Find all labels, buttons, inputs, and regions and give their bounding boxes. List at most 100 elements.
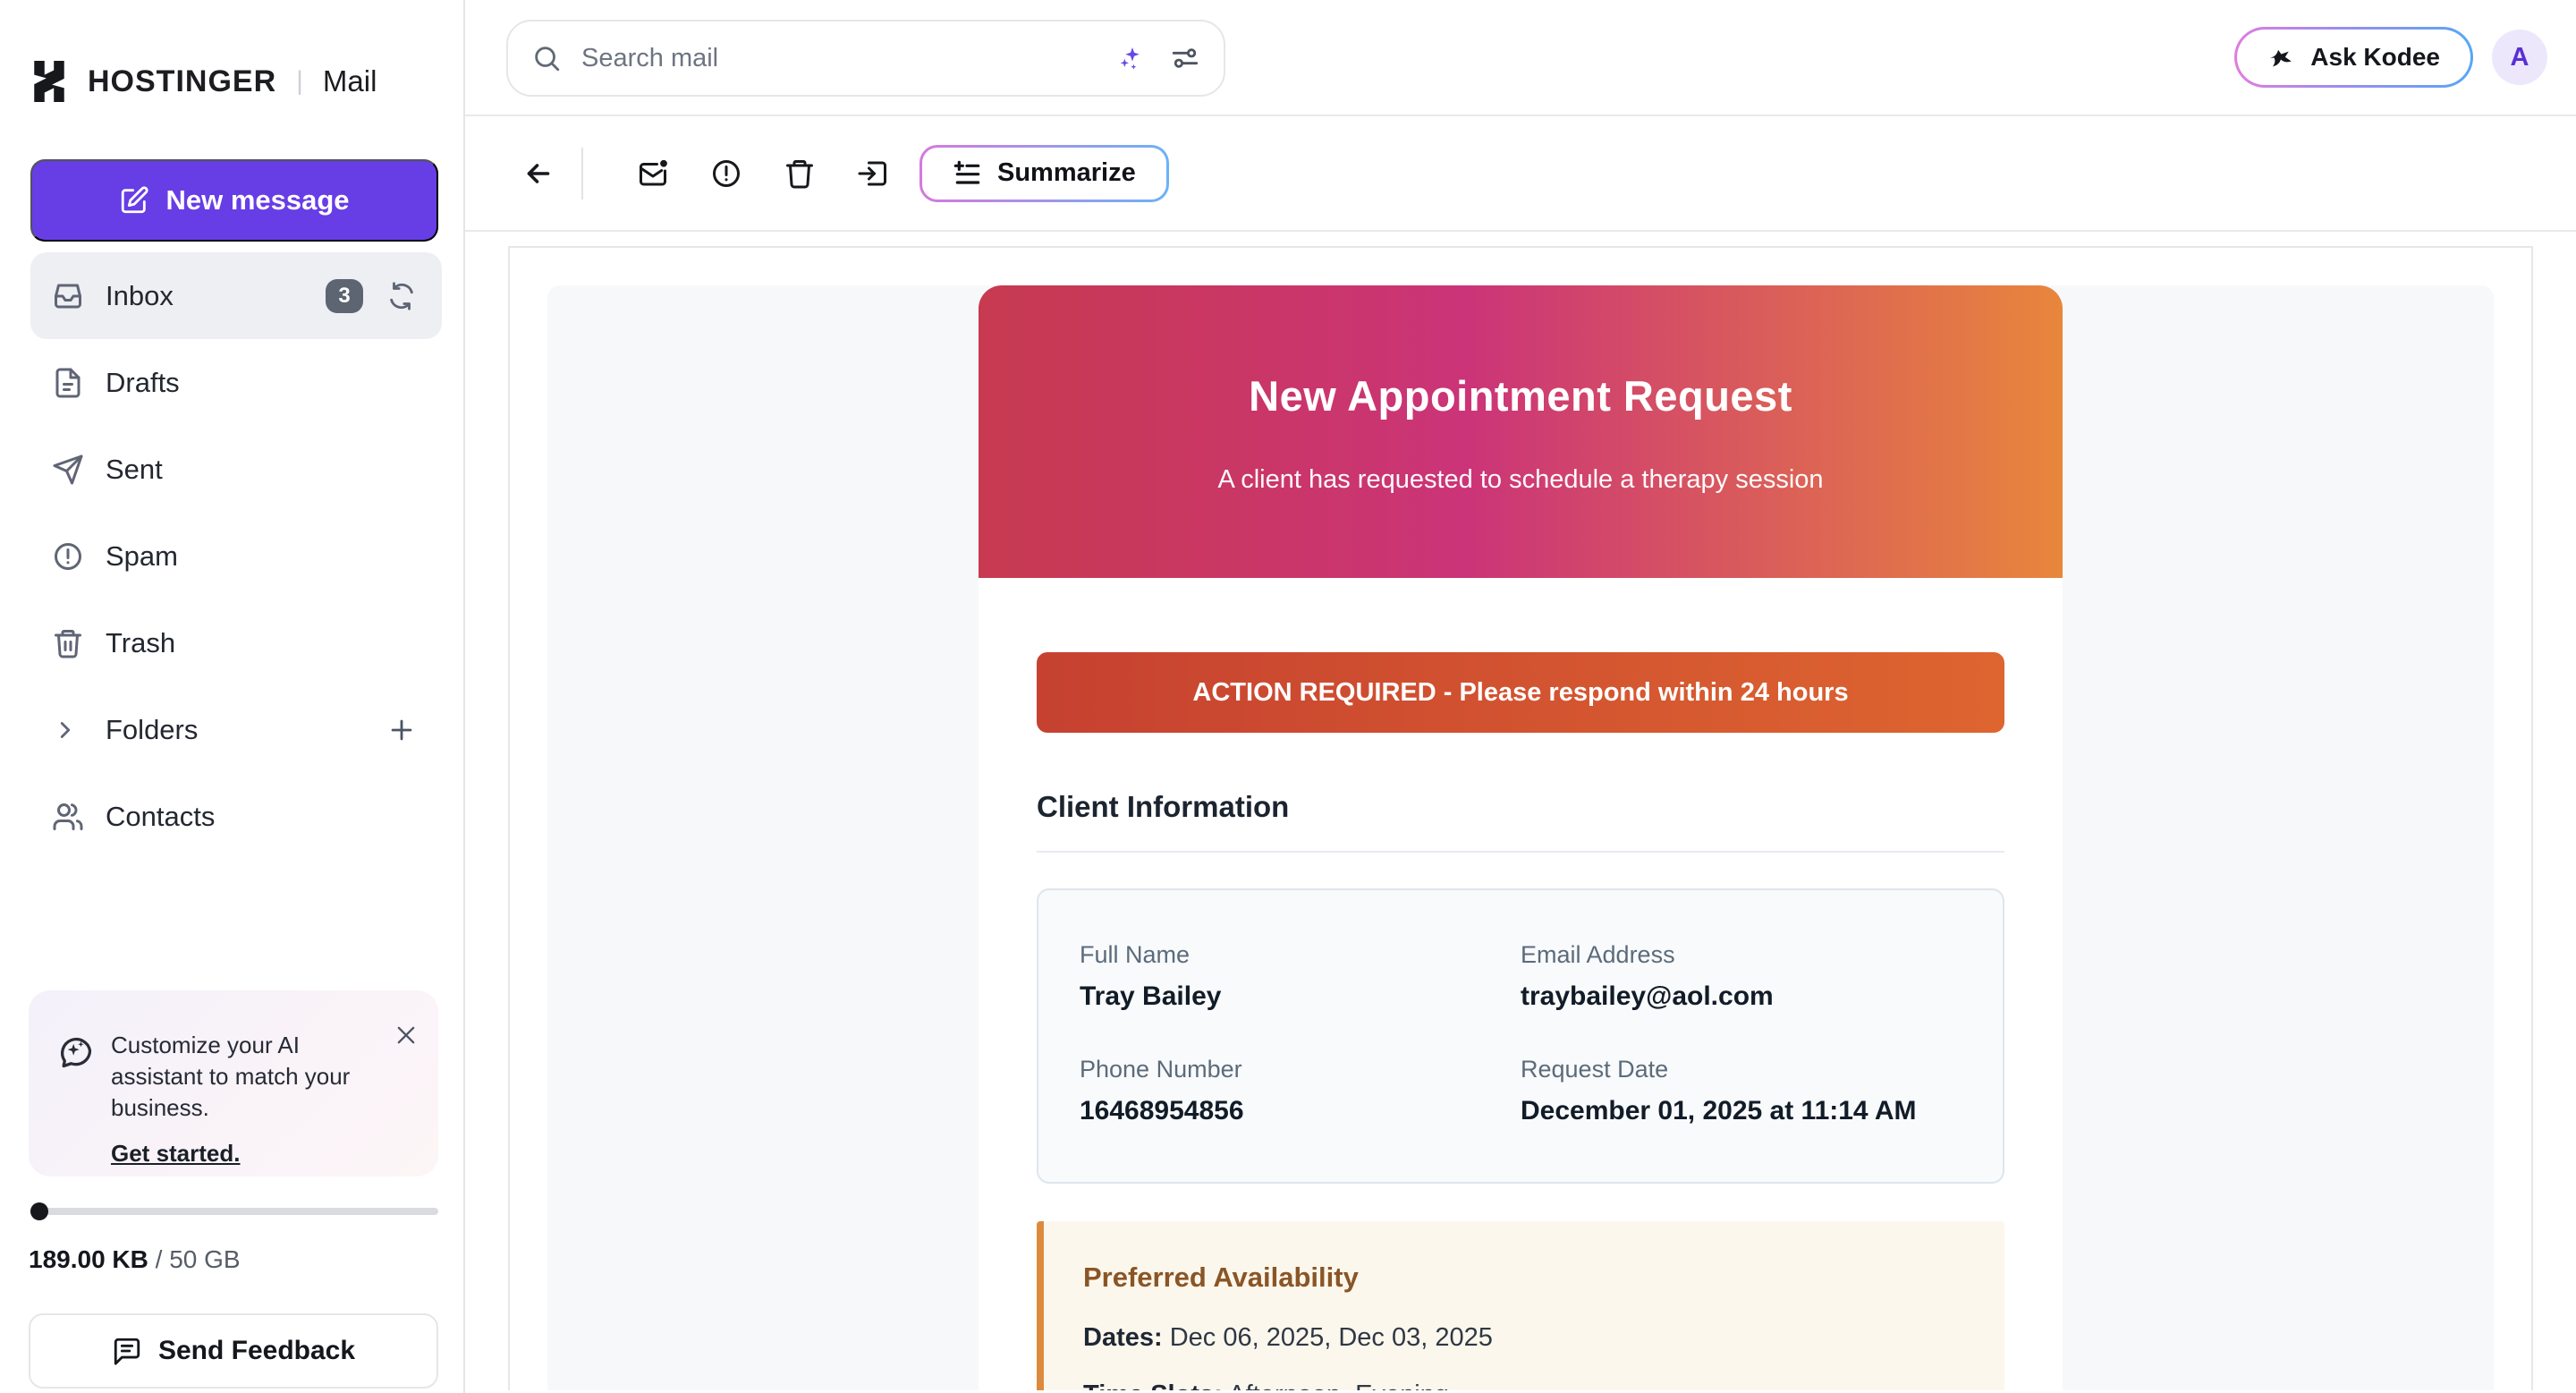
client-information-heading: Client Information bbox=[1037, 790, 2004, 853]
field-value: 16468954856 bbox=[1080, 1094, 1521, 1128]
toolbar-divider bbox=[581, 148, 583, 200]
ai-promo-card: Customize your AI assistant to match you… bbox=[29, 990, 438, 1176]
summarize-label: Summarize bbox=[997, 158, 1136, 188]
email-background-panel: New Appointment Request A client has req… bbox=[547, 285, 2494, 1390]
new-message-label: New message bbox=[165, 184, 349, 217]
sidebar-item-label: Folders bbox=[106, 714, 198, 746]
report-icon bbox=[710, 157, 742, 190]
top-header: Ask Kodee A bbox=[465, 0, 2576, 116]
availability-dates-row: Dates: Dec 06, 2025, Dec 03, 2025 bbox=[1083, 1321, 1962, 1354]
sidebar-item-inbox[interactable]: Inbox 3 bbox=[30, 252, 442, 339]
email-viewer: New Appointment Request A client has req… bbox=[508, 246, 2533, 1390]
mark-unread-icon bbox=[637, 157, 669, 190]
refresh-icon[interactable] bbox=[386, 281, 417, 311]
back-button[interactable] bbox=[515, 150, 562, 197]
summarize-button[interactable]: Summarize bbox=[919, 145, 1169, 202]
delete-icon bbox=[784, 157, 816, 190]
field-label: Full Name bbox=[1080, 940, 1521, 969]
sidebar-item-label: Inbox bbox=[106, 280, 174, 312]
availability-value: Dec 06, 2025, Dec 03, 2025 bbox=[1163, 1323, 1493, 1352]
app-window: HOSTINGER | Mail New message Inbox 3 Dra… bbox=[0, 0, 2576, 1393]
email-hero-subtitle: A client has requested to schedule a the… bbox=[979, 465, 2063, 495]
brand-product: Mail bbox=[323, 64, 377, 98]
field-label: Phone Number bbox=[1080, 1055, 1521, 1083]
chevron-right-icon bbox=[52, 717, 79, 743]
email-hero-banner: New Appointment Request A client has req… bbox=[979, 285, 2063, 578]
storage-progress-indicator bbox=[30, 1202, 48, 1220]
sidebar-item-label: Trash bbox=[106, 627, 175, 659]
availability-label: Dates: bbox=[1083, 1323, 1163, 1352]
report-spam-button[interactable] bbox=[703, 150, 750, 197]
sidebar-item-sent[interactable]: Sent bbox=[30, 426, 442, 513]
compose-icon bbox=[119, 185, 149, 216]
contacts-icon bbox=[52, 801, 84, 833]
availability-label: Time Slots: bbox=[1083, 1380, 1223, 1390]
storage-total: / 50 GB bbox=[148, 1245, 241, 1273]
spam-icon bbox=[52, 540, 84, 573]
ask-kodee-label: Ask Kodee bbox=[2310, 43, 2440, 72]
sidebar-item-label: Contacts bbox=[106, 801, 215, 833]
field-full-name: Full Name Tray Bailey bbox=[1080, 940, 1521, 1014]
field-request-date: Request Date December 01, 2025 at 11:14 … bbox=[1521, 1055, 1962, 1128]
sidebar-item-drafts[interactable]: Drafts bbox=[30, 339, 442, 426]
action-required-banner: ACTION REQUIRED - Please respond within … bbox=[1037, 652, 2004, 733]
send-feedback-label: Send Feedback bbox=[158, 1336, 355, 1366]
move-to-icon bbox=[857, 157, 889, 190]
ai-sparkles-icon[interactable] bbox=[1116, 44, 1145, 72]
search-bar[interactable] bbox=[506, 20, 1225, 97]
storage-progress-bar bbox=[32, 1208, 438, 1215]
field-label: Request Date bbox=[1521, 1055, 1962, 1083]
email-hero-title: New Appointment Request bbox=[979, 285, 2063, 420]
move-to-folder-button[interactable] bbox=[850, 150, 896, 197]
sidebar-item-label: Spam bbox=[106, 540, 178, 573]
inbox-unread-badge: 3 bbox=[326, 279, 363, 313]
brand-separator: | bbox=[296, 66, 303, 97]
close-icon[interactable] bbox=[394, 1023, 419, 1048]
search-icon bbox=[531, 43, 562, 73]
trash-icon bbox=[52, 627, 84, 659]
brand-wordmark: HOSTINGER bbox=[88, 64, 276, 99]
search-input[interactable] bbox=[581, 44, 1116, 73]
summarize-icon bbox=[953, 159, 981, 188]
sidebar-item-folders[interactable]: Folders bbox=[30, 686, 442, 773]
availability-value: Afternoon, Evening bbox=[1223, 1380, 1449, 1390]
ask-kodee-button[interactable]: Ask Kodee bbox=[2234, 27, 2473, 88]
kodee-icon bbox=[2267, 43, 2296, 72]
field-email-address: Email Address traybailey@aol.com bbox=[1521, 940, 1962, 1014]
sidebar-item-label: Drafts bbox=[106, 367, 180, 399]
mark-unread-button[interactable] bbox=[630, 150, 676, 197]
availability-timeslots-row: Time Slots: Afternoon, Evening bbox=[1083, 1379, 1962, 1390]
storage-used: 189.00 KB bbox=[29, 1245, 148, 1273]
hostinger-logo-icon bbox=[29, 61, 70, 102]
ai-get-started-link[interactable]: Get started. bbox=[111, 1140, 241, 1168]
field-label: Email Address bbox=[1521, 940, 1962, 969]
sidebar-item-trash[interactable]: Trash bbox=[30, 599, 442, 686]
ai-bubble-icon bbox=[55, 1032, 95, 1071]
storage-usage-text: 189.00 KB / 50 GB bbox=[29, 1245, 241, 1274]
new-message-button[interactable]: New message bbox=[30, 159, 438, 242]
sidebar-nav: Inbox 3 Drafts Sent Spam Trash bbox=[30, 252, 442, 860]
preferred-availability-section: Preferred Availability Dates: Dec 06, 20… bbox=[1037, 1221, 2004, 1390]
email-content-card: New Appointment Request A client has req… bbox=[979, 285, 2063, 1390]
send-feedback-button[interactable]: Send Feedback bbox=[29, 1313, 438, 1389]
feedback-icon bbox=[112, 1336, 142, 1366]
client-information-card: Full Name Tray Bailey Email Address tray… bbox=[1037, 888, 2004, 1184]
preferred-availability-heading: Preferred Availability bbox=[1083, 1261, 1962, 1295]
field-phone-number: Phone Number 16468954856 bbox=[1080, 1055, 1521, 1128]
inbox-icon bbox=[52, 280, 84, 312]
avatar[interactable]: A bbox=[2492, 30, 2547, 85]
sent-icon bbox=[52, 454, 84, 486]
delete-button[interactable] bbox=[776, 150, 823, 197]
sidebar-item-contacts[interactable]: Contacts bbox=[30, 773, 442, 860]
sidebar: HOSTINGER | Mail New message Inbox 3 Dra… bbox=[0, 0, 465, 1393]
sidebar-item-spam[interactable]: Spam bbox=[30, 513, 442, 599]
drafts-icon bbox=[52, 367, 84, 399]
field-value: traybailey@aol.com bbox=[1521, 980, 1962, 1014]
sidebar-item-label: Sent bbox=[106, 454, 163, 486]
filter-icon[interactable] bbox=[1170, 43, 1200, 73]
message-toolbar: Summarize bbox=[465, 116, 2576, 232]
add-folder-icon[interactable] bbox=[386, 715, 417, 745]
brand-logo[interactable]: HOSTINGER | Mail bbox=[29, 61, 377, 102]
ai-promo-text: Customize your AI assistant to match you… bbox=[111, 1030, 379, 1124]
main-area: Ask Kodee A bbox=[465, 0, 2576, 1393]
